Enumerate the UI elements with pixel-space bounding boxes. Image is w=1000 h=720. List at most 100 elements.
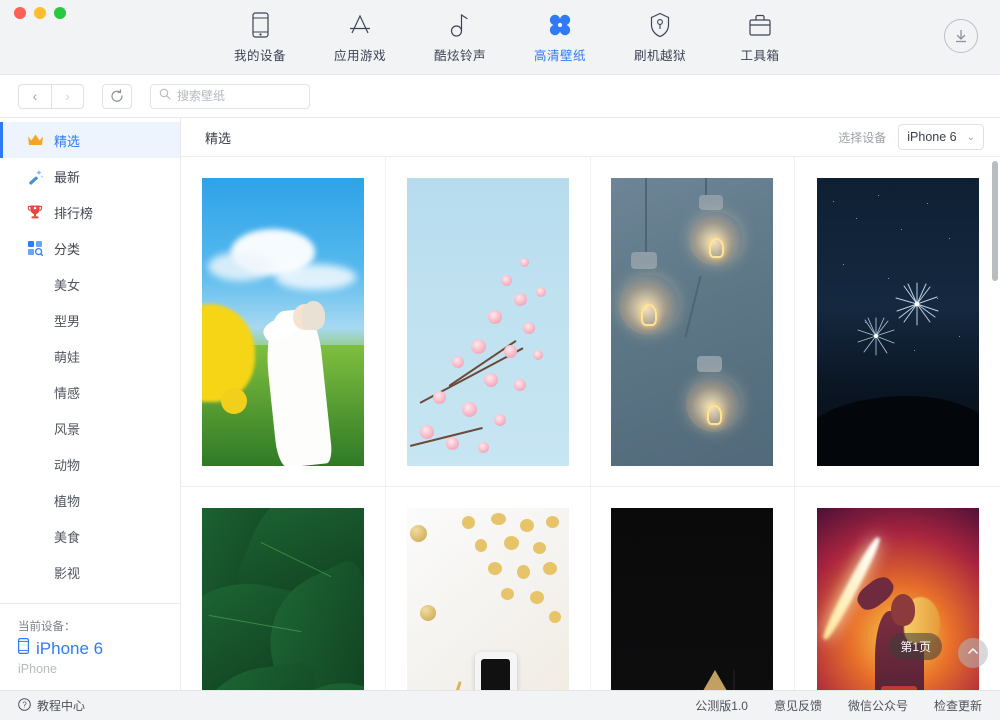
sidebar-scroll-area: 精选 最新 排行榜 分类 美女 型男 萌娃 情感 风景 动物 植物 美食 影视 (0, 118, 180, 603)
wallpaper-thumbnail (611, 507, 774, 690)
current-device-panel[interactable]: 当前设备： iPhone 6 iPhone (0, 603, 180, 690)
current-device-name: iPhone 6 (36, 638, 104, 658)
scrollbar-thumb[interactable] (992, 161, 998, 281)
sidebar-item-featured[interactable]: 精选 (0, 122, 180, 158)
tab-label: 刷机越狱 (633, 49, 686, 63)
status-links: 公测版1.0 意见反馈 微信公众号 检查更新 (695, 697, 982, 714)
sidebar-item-label: 最新 (54, 169, 81, 185)
flower-icon (547, 12, 573, 38)
wallpaper-thumbnail (201, 177, 364, 466)
scroll-to-top-button[interactable] (958, 638, 988, 668)
tab-ringtones[interactable]: 酷炫铃声 (410, 10, 510, 64)
wallpaper-item[interactable] (385, 157, 591, 487)
tutorial-center-label: 教程中心 (37, 699, 86, 713)
chevron-up-icon (966, 644, 980, 663)
trophy-icon (26, 203, 44, 221)
tab-label: 酷炫铃声 (433, 49, 486, 63)
device-select-label: 选择设备 (838, 130, 887, 145)
maximize-window-button[interactable] (54, 7, 66, 19)
tab-wallpapers[interactable]: 高清壁纸 (510, 10, 610, 64)
sidebar-category-kids[interactable]: 萌娃 (0, 338, 180, 374)
tab-flash-jailbreak[interactable]: 刷机越狱 (610, 10, 710, 64)
crown-icon (26, 131, 44, 149)
appstore-icon (347, 12, 373, 38)
wechat-official-link[interactable]: 微信公众号 (848, 697, 908, 714)
grid-search-icon (26, 239, 44, 257)
sidebar-category-emotion[interactable]: 情感 (0, 374, 180, 410)
download-icon[interactable] (944, 19, 978, 53)
sidebar-category-beauty[interactable]: 美女 (0, 266, 180, 302)
wallpaper-grid (181, 157, 1000, 690)
back-icon[interactable]: ‹ (18, 83, 51, 109)
tab-apps-games[interactable]: 应用游戏 (310, 10, 410, 64)
device-selector-group: 选择设备 iPhone 6 ⌄ (838, 124, 984, 150)
chevron-down-icon: ⌄ (966, 131, 975, 143)
wallpaper-item[interactable] (181, 157, 386, 487)
wallpaper-item[interactable] (591, 487, 796, 690)
sidebar-item-newest[interactable]: 最新 (0, 158, 180, 194)
traffic-lights (14, 7, 66, 19)
wallpaper-item[interactable] (795, 157, 1000, 487)
device-select-dropdown[interactable]: iPhone 6 ⌄ (898, 124, 984, 150)
feedback-link[interactable]: 意见反馈 (774, 697, 822, 714)
wallpaper-thumbnail (201, 507, 364, 690)
search-box[interactable] (150, 83, 310, 109)
sidebar-item-ranking[interactable]: 排行榜 (0, 194, 180, 230)
wallpaper-thumbnail (816, 507, 979, 690)
sidebar-category-handsome[interactable]: 型男 (0, 302, 180, 338)
sidebar-item-label: 精选 (54, 133, 81, 149)
tab-label: 工具箱 (740, 49, 780, 63)
check-update-link[interactable]: 检查更新 (934, 697, 982, 714)
tab-toolbox[interactable]: 工具箱 (710, 10, 810, 64)
tab-my-device[interactable]: 我的设备 (210, 10, 310, 64)
sidebar-category-scenery[interactable]: 风景 (0, 410, 180, 446)
sidebar-item-categories[interactable]: 分类 (0, 230, 180, 266)
page-indicator-badge: 第1页 (889, 633, 942, 660)
search-icon (159, 87, 171, 105)
music-note-icon (450, 12, 470, 38)
tutorial-center-button[interactable]: ? 教程中心 (18, 697, 85, 714)
phone-small-icon (18, 638, 30, 659)
navigation-bar: ‹ › (0, 75, 1000, 118)
search-input[interactable] (177, 89, 301, 103)
refresh-icon[interactable] (102, 83, 132, 109)
shield-icon (649, 12, 671, 38)
wallpaper-thumbnail (816, 177, 979, 466)
wallpaper-item[interactable] (386, 487, 591, 690)
magic-wand-icon (26, 167, 44, 185)
toolbox-icon (747, 12, 773, 38)
version-label: 公测版1.0 (695, 699, 748, 713)
sidebar-category-movies[interactable]: 影视 (0, 554, 180, 590)
sidebar: 精选 最新 排行榜 分类 美女 型男 萌娃 情感 风景 动物 植物 美食 影视 … (0, 118, 181, 690)
tab-label: 应用游戏 (333, 49, 386, 63)
wallpaper-thumbnail (611, 177, 774, 466)
content-header: 精选 选择设备 iPhone 6 ⌄ (181, 118, 1000, 157)
content-area: 精选 选择设备 iPhone 6 ⌄ 第1页 (181, 118, 1000, 690)
status-bar: ? 教程中心 公测版1.0 意见反馈 微信公众号 检查更新 (0, 690, 1000, 720)
wallpaper-grid-scroll[interactable]: 第1页 (181, 157, 1000, 690)
phone-icon (251, 12, 269, 38)
tab-label: 我的设备 (233, 49, 286, 63)
sidebar-category-food[interactable]: 美食 (0, 518, 180, 554)
content-scrollbar[interactable] (992, 157, 1000, 690)
forward-icon[interactable]: › (51, 83, 84, 109)
current-device-type: iPhone (18, 662, 57, 676)
history-nav-group: ‹ › (18, 83, 84, 109)
wallpaper-item[interactable] (181, 487, 386, 690)
main-body: 精选 最新 排行榜 分类 美女 型男 萌娃 情感 风景 动物 植物 美食 影视 … (0, 118, 1000, 690)
tab-label: 高清壁纸 (533, 49, 586, 63)
sidebar-item-label: 分类 (54, 241, 81, 257)
wallpaper-thumbnail (406, 507, 569, 690)
page-title: 精选 (205, 130, 232, 146)
sidebar-category-animals[interactable]: 动物 (0, 446, 180, 482)
titlebar: 我的设备 应用游戏 酷炫铃声 高清壁纸 刷机越狱 工具箱 (0, 0, 1000, 75)
wallpaper-item[interactable] (590, 157, 796, 487)
current-device-name-row: iPhone 6 (18, 638, 180, 659)
main-nav-tabs: 我的设备 应用游戏 酷炫铃声 高清壁纸 刷机越狱 工具箱 (190, 10, 810, 64)
question-circle-icon: ? (18, 697, 31, 714)
minimize-window-button[interactable] (34, 7, 46, 19)
sidebar-item-label: 排行榜 (54, 205, 94, 221)
close-window-button[interactable] (14, 7, 26, 19)
sidebar-category-plants[interactable]: 植物 (0, 482, 180, 518)
app-window: 我的设备 应用游戏 酷炫铃声 高清壁纸 刷机越狱 工具箱 ‹ › 搜索壁纸 精选… (0, 0, 1000, 720)
